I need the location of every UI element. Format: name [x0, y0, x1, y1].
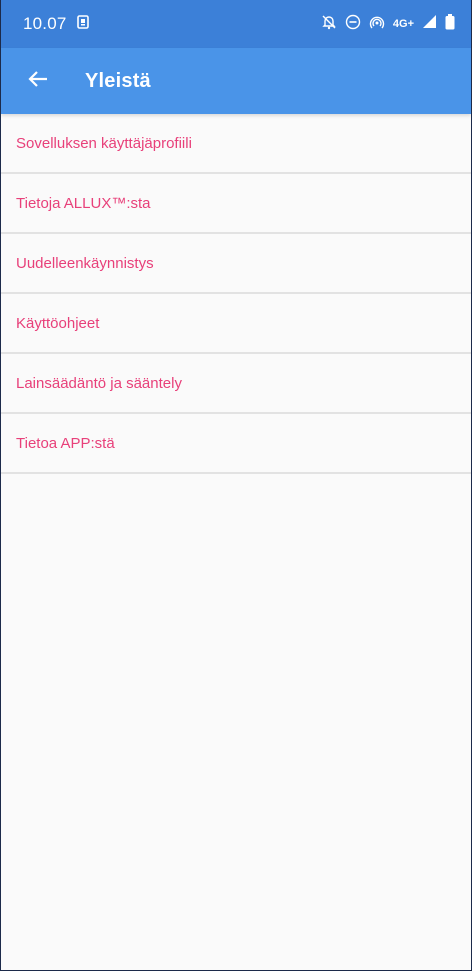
back-button[interactable] [25, 68, 51, 94]
menu-item-user-guide[interactable]: Käyttöohjeet [1, 294, 471, 354]
hotspot-icon [369, 14, 385, 35]
network-type-label: 4G+ [392, 18, 414, 30]
status-time: 10.07 [23, 14, 67, 33]
menu-item-about-app[interactable]: Tietoa APP:stä [1, 414, 471, 474]
do-not-disturb-icon [345, 14, 361, 35]
status-right: 4G+ [321, 13, 455, 35]
screenshot-notification-icon [76, 14, 89, 34]
menu-item-label: Uudelleenkäynnistys [16, 254, 154, 272]
battery-icon [445, 13, 455, 35]
arrow-left-icon [27, 68, 49, 95]
menu-item-restart[interactable]: Uudelleenkäynnistys [1, 234, 471, 294]
menu-item-label: Lainsäädäntö ja sääntely [16, 374, 182, 392]
menu-item-label: Käyttöohjeet [16, 314, 100, 332]
menu-item-about-allux[interactable]: Tietoja ALLUX™:sta [1, 174, 471, 234]
signal-icon [422, 14, 437, 34]
page-title: Yleistä [85, 69, 151, 92]
app-screen: 10.07 4G+ Yleistä Sovelluksen käyttäjäpr… [0, 0, 472, 971]
menu-item-legal-regulatory[interactable]: Lainsäädäntö ja sääntely [1, 354, 471, 414]
settings-menu-list: Sovelluksen käyttäjäprofiili Tietoja ALL… [1, 114, 471, 474]
app-bar: Yleistä [1, 48, 471, 114]
status-bar: 10.07 4G+ [1, 0, 471, 48]
menu-item-label: Sovelluksen käyttäjäprofiili [16, 134, 192, 152]
menu-item-user-profile[interactable]: Sovelluksen käyttäjäprofiili [1, 114, 471, 174]
menu-item-label: Tietoja ALLUX™:sta [16, 194, 151, 212]
menu-item-label: Tietoa APP:stä [16, 434, 115, 452]
status-left: 10.07 [23, 14, 89, 34]
alarm-off-icon [321, 14, 337, 35]
